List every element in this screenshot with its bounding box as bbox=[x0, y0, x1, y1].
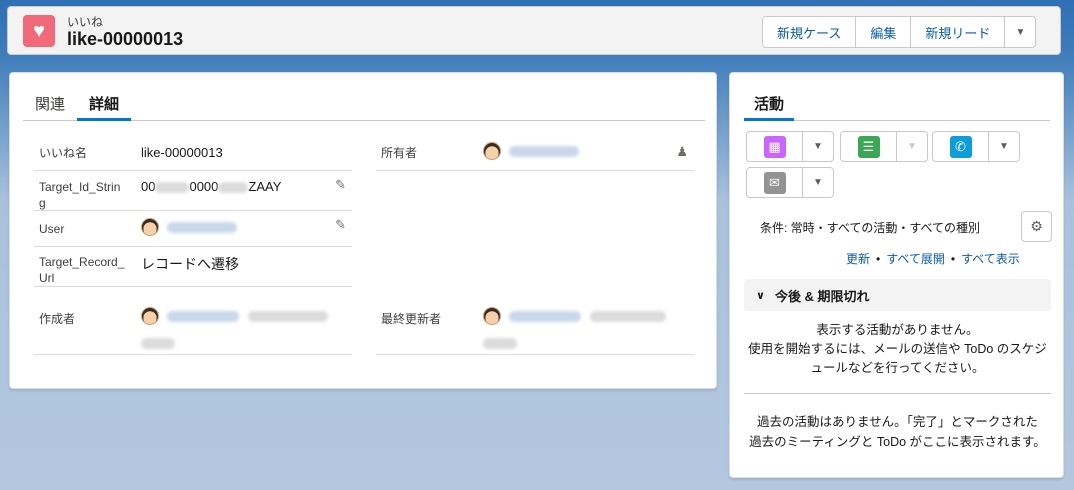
field-label: 所有者 bbox=[381, 146, 418, 160]
tab-details[interactable]: 詳細 bbox=[77, 85, 132, 121]
refresh-link[interactable]: 更新 bbox=[846, 252, 870, 266]
redacted-user-link[interactable] bbox=[508, 310, 581, 322]
avatar bbox=[483, 307, 501, 325]
field-value bbox=[483, 307, 667, 350]
view-all-link[interactable]: すべて表示 bbox=[961, 252, 1020, 266]
redacted-text bbox=[155, 182, 190, 194]
avatar bbox=[141, 307, 159, 325]
record-title: like-00000013 bbox=[67, 29, 184, 49]
field-label: いいね名 bbox=[39, 146, 88, 160]
field-label: 最終更新者 bbox=[381, 312, 442, 326]
redacted-user-link[interactable] bbox=[166, 310, 239, 322]
detail-tabs: 関連 詳細 bbox=[23, 85, 705, 121]
task-checklist-icon: ☰ bbox=[857, 135, 880, 158]
section-title: 今後 & 期限切れ bbox=[774, 288, 870, 304]
header-actions: 新規ケース 編集 新規リード ▼ bbox=[762, 16, 1037, 48]
redacted-text bbox=[218, 182, 249, 194]
call-button[interactable]: ✆ bbox=[933, 132, 989, 161]
redacted-user-link[interactable] bbox=[166, 221, 237, 233]
message-line: 使用を開始するには、メールの送信や ToDo のスケジ bbox=[748, 342, 1047, 356]
chevron-down-icon[interactable]: ▼ bbox=[803, 132, 833, 161]
empty-activity-message: 表示する活動がありません。 使用を開始するには、メールの送信や ToDo のスケ… bbox=[744, 321, 1051, 378]
redacted-text bbox=[141, 338, 175, 350]
message-line: 表示する活動がありません。 bbox=[816, 323, 979, 337]
expand-all-link[interactable]: すべて展開 bbox=[886, 252, 945, 266]
divider bbox=[744, 393, 1051, 394]
target-id-part: 0000 bbox=[189, 179, 219, 194]
redacted-text bbox=[483, 338, 517, 350]
pencil-edit-icon[interactable]: ✎ bbox=[335, 177, 346, 193]
target-id-part: ZAAY bbox=[248, 179, 282, 194]
tab-related[interactable]: 関連 bbox=[23, 85, 77, 121]
record-link[interactable]: レコードへ遷移 bbox=[141, 254, 239, 274]
chevron-down-icon[interactable]: ▼ bbox=[803, 168, 833, 197]
redacted-user-link[interactable] bbox=[508, 145, 579, 157]
field-name: いいね名 like-00000013 bbox=[34, 135, 352, 171]
field-label: 作成者 bbox=[39, 312, 76, 326]
activity-tabs: 活動 bbox=[744, 85, 1050, 121]
field-value: like-00000013 bbox=[141, 145, 223, 160]
chevron-down-icon: ∨ bbox=[756, 289, 765, 302]
chevron-down-icon: ▼ bbox=[907, 141, 917, 152]
field-created-by: 作成者 bbox=[34, 287, 352, 355]
redacted-text bbox=[248, 310, 329, 322]
field-value bbox=[141, 218, 237, 236]
gear-icon[interactable]: ⚙ bbox=[1021, 211, 1052, 242]
field-value bbox=[141, 307, 329, 350]
log-call-button[interactable]: ✆ ▼ bbox=[932, 131, 1020, 162]
calendar-button[interactable]: ▦ bbox=[747, 132, 803, 161]
pencil-edit-icon[interactable]: ✎ bbox=[335, 217, 346, 233]
field-target-id: Target_Id_String 00 0000 ZAAY ✎ bbox=[34, 171, 352, 211]
activity-links: 更新 • すべて展開 • すべて表示 bbox=[846, 250, 1020, 267]
field-value bbox=[483, 142, 579, 160]
send-email-button[interactable]: ✉ ▼ bbox=[746, 167, 834, 198]
field-user: User ✎ bbox=[34, 211, 352, 247]
edit-button[interactable]: 編集 bbox=[856, 17, 912, 47]
new-lead-button[interactable]: 新規リード bbox=[911, 17, 1006, 47]
redacted-text bbox=[590, 310, 667, 322]
message-line: 過去のミーティングと ToDo がここに表示されます。 bbox=[749, 435, 1046, 449]
avatar bbox=[483, 142, 501, 160]
detail-card: 関連 詳細 いいね名 like-00000013 Target_Id_Strin… bbox=[9, 72, 717, 389]
email-envelope-icon: ✉ bbox=[763, 171, 786, 194]
field-last-modified-by: 最終更新者 bbox=[376, 287, 694, 355]
field-label: User bbox=[39, 222, 65, 236]
record-header: ♥ いいね like-00000013 新規ケース 編集 新規リード ▼ bbox=[7, 6, 1061, 55]
email-button[interactable]: ✉ bbox=[747, 168, 803, 197]
new-case-button[interactable]: 新規ケース bbox=[763, 17, 857, 47]
message-line: ュールなどを行ってください。 bbox=[810, 361, 985, 375]
heart-icon: ♥ bbox=[23, 15, 55, 47]
calendar-icon: ▦ bbox=[763, 135, 786, 158]
phone-icon: ✆ bbox=[949, 135, 972, 158]
activity-filter-text: 条件: 常時・すべての活動・すべての種別 bbox=[760, 221, 981, 235]
separator: • bbox=[876, 252, 881, 266]
new-event-button[interactable]: ▦ ▼ bbox=[746, 131, 834, 162]
field-label: Target_Record_Url bbox=[39, 255, 125, 285]
past-activity-message: 過去の活動はありません。「完了」とマークされた 過去のミーティングと ToDo … bbox=[744, 412, 1051, 452]
more-actions-chevron-down-icon[interactable]: ▼ bbox=[1005, 17, 1036, 47]
target-id-part: 00 bbox=[141, 179, 156, 194]
activity-card: 活動 ▦ ▼ ☰ ▼ ✆ ▼ ✉ ▼ 条件: 常時・すべての活動・すべての種別 … bbox=[729, 72, 1064, 478]
new-task-button[interactable]: ☰ ▼ bbox=[840, 131, 928, 162]
avatar bbox=[141, 218, 159, 236]
separator: • bbox=[950, 252, 956, 266]
field-owner: 所有者 ♟ bbox=[376, 135, 694, 171]
field-target-url: Target_Record_Url レコードへ遷移 bbox=[34, 247, 352, 287]
field-label: Target_Id_String bbox=[39, 180, 121, 210]
chevron-down-icon[interactable]: ▼ bbox=[989, 132, 1019, 161]
task-button[interactable]: ☰ bbox=[841, 132, 897, 161]
tab-activity[interactable]: 活動 bbox=[744, 85, 795, 121]
upcoming-overdue-section[interactable]: ∨ 今後 & 期限切れ bbox=[744, 279, 1051, 311]
field-value: 00 0000 ZAAY bbox=[141, 179, 281, 194]
message-line: 過去の活動はありません。「完了」とマークされた bbox=[757, 415, 1038, 429]
object-type-label: いいね bbox=[67, 15, 104, 29]
change-owner-icon[interactable]: ♟ bbox=[676, 144, 688, 160]
